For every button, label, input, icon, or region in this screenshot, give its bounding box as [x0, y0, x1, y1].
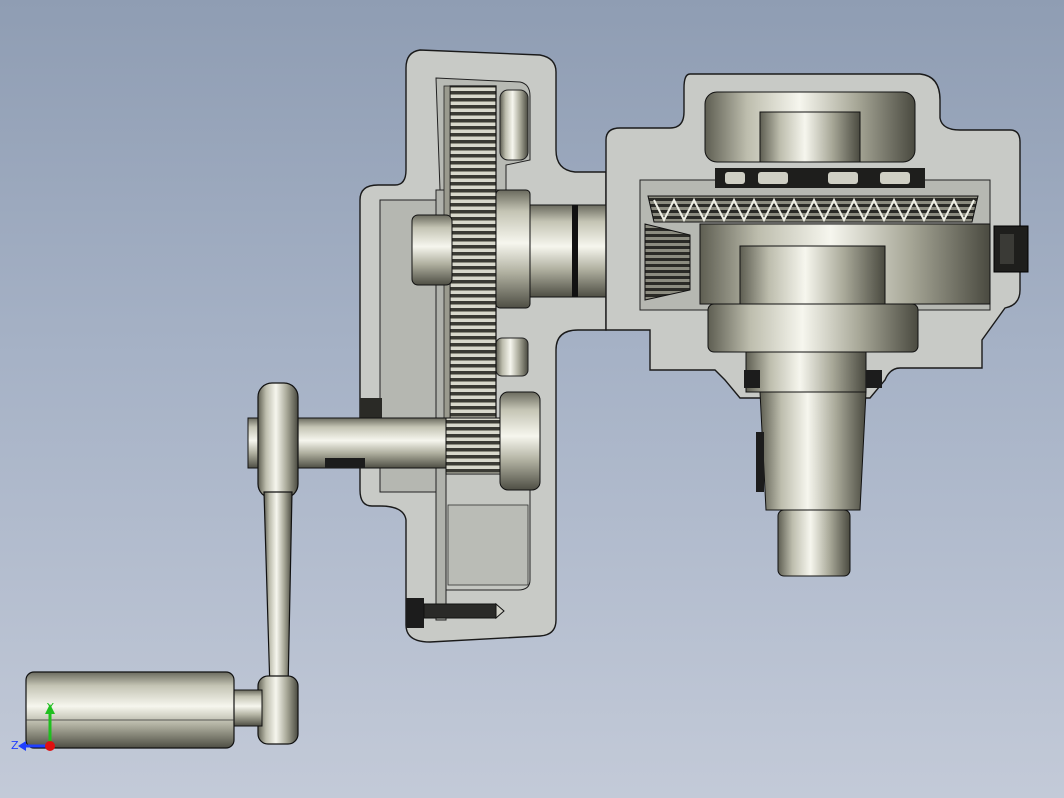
y-axis-label: Y: [46, 701, 54, 714]
output-spindle: [699, 223, 991, 577]
side-plug: [993, 225, 1029, 273]
z-axis-label: Z: [11, 739, 19, 752]
cad-viewport[interactable]: Y Z: [0, 0, 1064, 798]
gearbox-section-drawing: Y Z: [11, 49, 1029, 752]
bevel-pinion: [644, 223, 691, 301]
crank-grip[interactable]: [25, 671, 235, 749]
x-axis-dot: [45, 741, 55, 751]
